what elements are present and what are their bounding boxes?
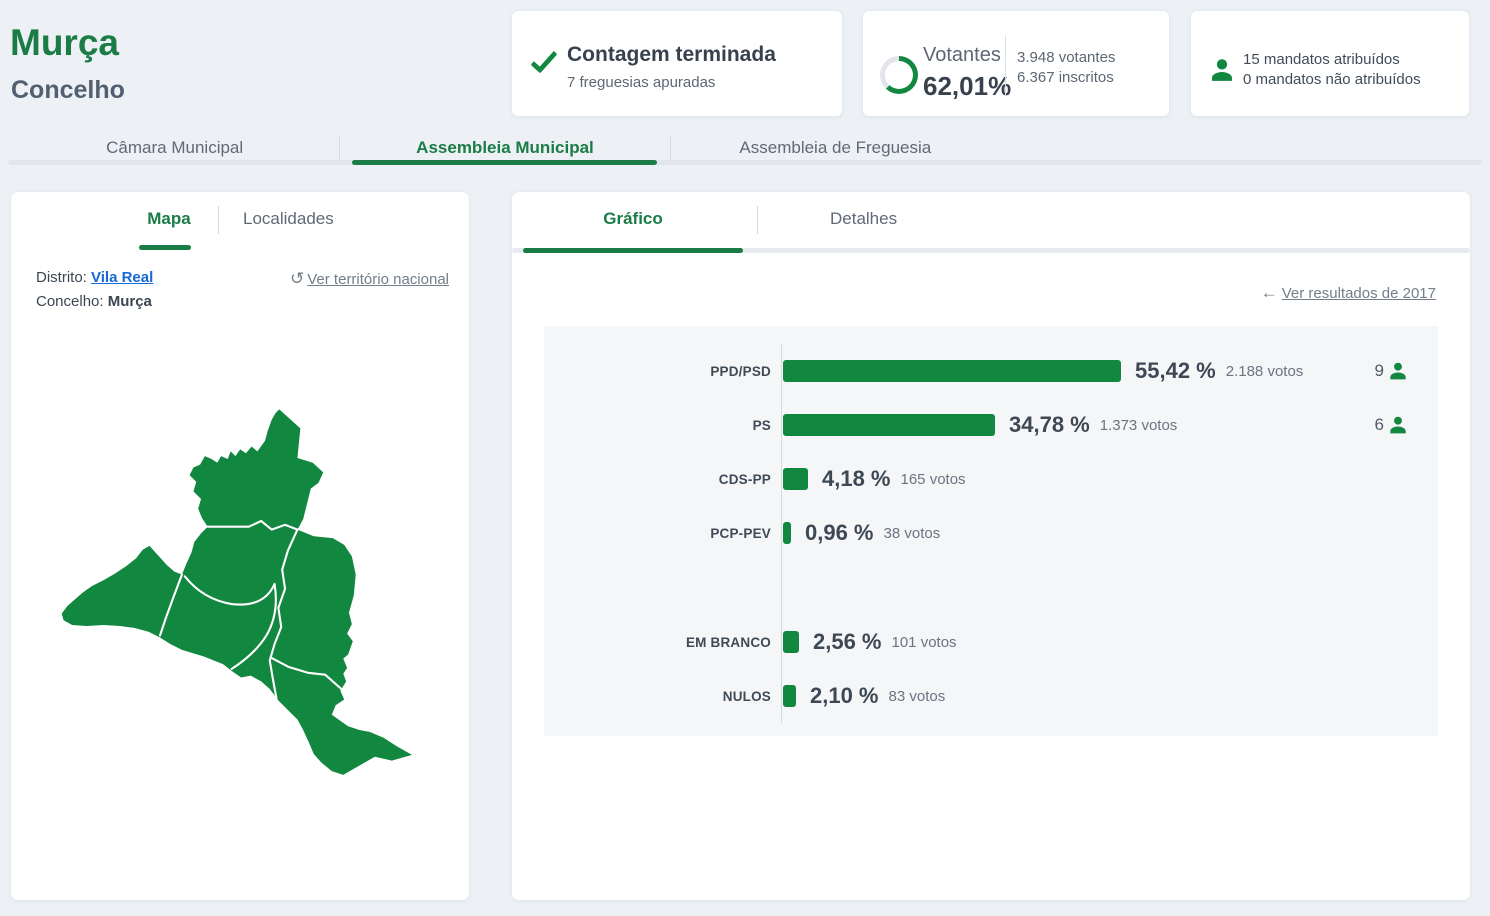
result-bar [783,414,995,436]
main-tab-active-indicator [352,160,657,165]
percent-label: 0,96 % [805,520,874,546]
main-tab-bar: Câmara Municipal Assembleia Municipal As… [10,135,1000,163]
chart-row: EM BRANCO 2,56 % 101 votos [544,631,1438,653]
votes-label: 38 votos [884,525,941,542]
mandates-unassigned: 0 mandatos não atribuídos [1243,71,1421,88]
percent-label: 2,10 % [810,683,879,709]
result-bar [783,522,791,544]
turnout-percent: 62,01% [923,71,1011,102]
turnout-inscritos: 6.367 inscritos [1017,69,1114,86]
chart-row: PS 34,78 % 1.373 votos 6 [544,414,1438,436]
tab-divider [757,206,758,234]
results-tab-active-indicator [523,248,743,253]
percent-label: 34,78 % [1009,412,1090,438]
mandates-assigned: 15 mandatos atribuídos [1243,51,1400,68]
back-arrow-icon: ← [1261,283,1278,302]
undo-icon: ↺ [290,269,304,289]
turnout-progress-ring [880,56,918,94]
mandates-count: 9 [1375,361,1384,381]
chart-rows: PPD/PSD 55,42 % 2.188 votos 9 PS 34,78 %… [544,360,1438,707]
mandates: 9 [1375,360,1408,382]
main-tab-track [8,160,1482,165]
concelho-map[interactable] [29,374,459,794]
national-territory-link-text: Ver território nacional [307,271,449,288]
national-territory-link[interactable]: ↺Ver território nacional [290,269,449,289]
district-label: Distrito: [36,269,87,286]
party-label: EM BRANCO [544,635,771,650]
check-icon [530,45,557,73]
person-icon [1388,360,1408,382]
result-bar [783,631,799,653]
turnout-label: Votantes [923,44,1001,67]
counting-status-subtitle: 7 freguesias apuradas [567,74,715,91]
party-label: PS [544,418,771,433]
tab-localidades[interactable]: Localidades [243,209,334,229]
tab-mapa[interactable]: Mapa [139,209,199,229]
concelho-label: Concelho: [36,293,104,310]
party-label: NULOS [544,689,771,704]
votes-label: 1.373 votos [1100,417,1178,434]
votes-label: 165 votos [901,471,966,488]
results-panel: Gráfico Detalhes ←Ver resultados de 2017… [511,191,1471,901]
counting-status-title: Contagem terminada [567,43,776,67]
votes-label: 2.188 votos [1226,363,1304,380]
tab-detalhes[interactable]: Detalhes [830,209,897,229]
tab-camara-municipal[interactable]: Câmara Municipal [10,135,339,163]
results-bar-chart: PPD/PSD 55,42 % 2.188 votos 9 PS 34,78 %… [544,326,1438,736]
votes-label: 83 votos [889,688,946,705]
turnout-votantes: 3.948 votantes [1017,49,1115,66]
tab-assembleia-freguesia[interactable]: Assembleia de Freguesia [671,135,1000,163]
mandates-card: 15 mandatos atribuídos 0 mandatos não at… [1190,10,1470,117]
concelho-line: Concelho: Murça [36,293,152,310]
counting-status-card: Contagem terminada 7 freguesias apuradas [511,10,843,117]
party-label: CDS-PP [544,472,771,487]
map-panel: Mapa Localidades Distrito: Vila Real ↺Ve… [10,191,470,901]
mandates-count: 6 [1375,415,1384,435]
percent-label: 55,42 % [1135,358,1216,384]
concelho-value: Murça [108,293,152,310]
person-icon [1388,414,1408,436]
results-2017-link-text: Ver resultados de 2017 [1282,285,1436,302]
turnout-card: Votantes 62,01% 3.948 votantes 6.367 ins… [862,10,1170,117]
chart-row: NULOS 2,10 % 83 votos [544,685,1438,707]
chart-row: PCP-PEV 0,96 % 38 votos [544,522,1438,544]
tab-assembleia-municipal[interactable]: Assembleia Municipal [340,135,669,163]
page-title: Murça [10,22,119,64]
party-label: PCP-PEV [544,526,771,541]
votes-label: 101 votos [892,634,957,651]
district-link[interactable]: Vila Real [91,269,153,286]
percent-label: 4,18 % [822,466,891,492]
result-bar [783,360,1121,382]
card-divider [1005,35,1006,95]
mapa-tab-active-indicator [139,245,191,250]
result-bar [783,685,796,707]
party-label: PPD/PSD [544,364,771,379]
page-subtitle: Concelho [11,76,125,105]
tab-divider [218,206,219,234]
result-bar [783,468,808,490]
district-line: Distrito: Vila Real [36,269,153,286]
map-outline [62,409,412,775]
person-icon [1209,55,1235,85]
results-2017-link[interactable]: ←Ver resultados de 2017 [1261,283,1436,303]
percent-label: 2,56 % [813,629,882,655]
chart-row: PPD/PSD 55,42 % 2.188 votos 9 [544,360,1438,382]
chart-row: CDS-PP 4,18 % 165 votos [544,468,1438,490]
mandates: 6 [1375,414,1408,436]
tab-grafico[interactable]: Gráfico [602,209,664,229]
